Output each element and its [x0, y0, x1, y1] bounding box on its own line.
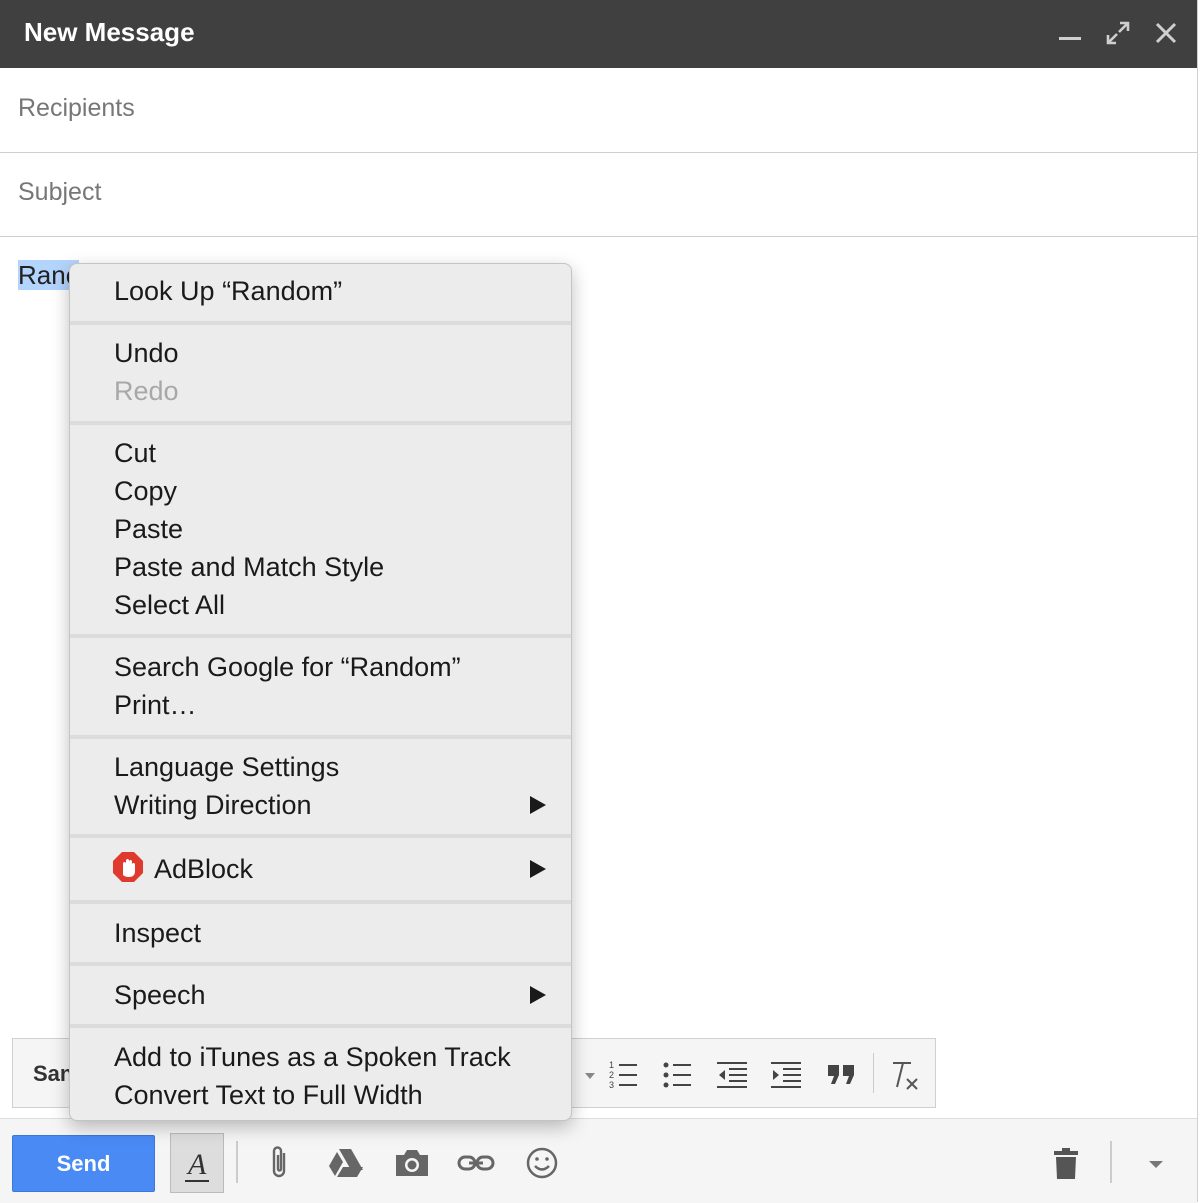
subject-placeholder: Subject	[18, 178, 102, 206]
menu-item-adblock[interactable]: AdBlock	[154, 851, 253, 887]
menu-item-look-up[interactable]: Look Up “Random”	[114, 273, 342, 309]
menu-item-paste[interactable]: Paste	[114, 511, 183, 547]
text-format-icon: A	[185, 1148, 209, 1182]
menu-separator	[70, 962, 571, 966]
more-options-icon[interactable]	[1136, 1143, 1176, 1183]
menu-separator	[70, 735, 571, 739]
menu-item-search-google[interactable]: Search Google for “Random”	[114, 649, 461, 685]
dropdown-arrow-icon[interactable]	[573, 1057, 595, 1091]
numbered-list-icon[interactable]: 1 2 3	[607, 1057, 641, 1091]
menu-item-writing-direction[interactable]: Writing Direction	[114, 787, 312, 823]
toolbar-divider	[873, 1053, 874, 1093]
menu-item-copy[interactable]: Copy	[114, 473, 177, 509]
menu-separator	[70, 1024, 571, 1028]
insert-photo-icon[interactable]	[392, 1143, 432, 1183]
menu-item-redo: Redo	[114, 376, 179, 406]
font-family-select[interactable]: San	[33, 1061, 73, 1087]
compose-titlebar: New Message	[0, 0, 1197, 68]
svg-text:3: 3	[609, 1080, 614, 1090]
menu-separator	[70, 834, 571, 838]
menu-separator	[70, 634, 571, 638]
menu-item-select-all[interactable]: Select All	[114, 587, 225, 623]
toolbar-divider	[1110, 1141, 1112, 1183]
subject-field[interactable]: Subject	[0, 152, 1197, 237]
toolbar-divider	[236, 1141, 238, 1183]
formatting-options-button[interactable]: A	[170, 1133, 224, 1193]
svg-text:2: 2	[609, 1070, 614, 1080]
svg-text:A: A	[186, 1148, 207, 1181]
indent-more-icon[interactable]	[769, 1057, 803, 1091]
send-button[interactable]: Send	[12, 1135, 155, 1192]
menu-item-language-settings[interactable]: Language Settings	[114, 749, 339, 785]
menu-separator	[70, 421, 571, 425]
expand-icon[interactable]	[1103, 18, 1133, 48]
window-title: New Message	[24, 17, 195, 47]
attach-file-icon[interactable]	[260, 1143, 300, 1183]
quote-icon[interactable]	[825, 1057, 859, 1091]
menu-item-add-to-itunes[interactable]: Add to iTunes as a Spoken Track	[114, 1039, 511, 1075]
insert-link-icon[interactable]	[456, 1143, 496, 1183]
menu-item-convert-full-width[interactable]: Convert Text to Full Width	[114, 1077, 423, 1113]
submenu-arrow-icon	[528, 794, 548, 816]
menu-item-speech[interactable]: Speech	[114, 977, 206, 1013]
menu-item-paste-match-style[interactable]: Paste and Match Style	[114, 549, 384, 585]
menu-item-inspect[interactable]: Inspect	[114, 915, 201, 951]
close-icon[interactable]	[1151, 18, 1181, 48]
recipients-field[interactable]: Recipients	[0, 68, 1197, 153]
svg-text:1: 1	[609, 1060, 614, 1070]
bulleted-list-icon[interactable]	[661, 1057, 695, 1091]
google-drive-icon[interactable]	[325, 1143, 365, 1183]
adblock-icon	[112, 851, 144, 883]
indent-less-icon[interactable]	[715, 1057, 749, 1091]
trash-icon[interactable]	[1046, 1143, 1086, 1183]
context-menu: Look Up “Random” Undo Redo Cut Copy Past…	[69, 263, 572, 1121]
recipients-placeholder: Recipients	[18, 94, 135, 122]
menu-item-print[interactable]: Print…	[114, 687, 197, 723]
menu-item-cut[interactable]: Cut	[114, 435, 156, 471]
compose-bottom-toolbar: Send A	[0, 1118, 1197, 1203]
insert-emoji-icon[interactable]	[522, 1143, 562, 1183]
menu-separator	[70, 900, 571, 904]
submenu-arrow-icon	[528, 858, 548, 880]
submenu-arrow-icon	[528, 984, 548, 1006]
minimize-icon[interactable]	[1055, 18, 1085, 48]
menu-separator	[70, 321, 571, 325]
remove-formatting-icon[interactable]	[887, 1057, 921, 1091]
menu-item-undo[interactable]: Undo	[114, 335, 179, 371]
